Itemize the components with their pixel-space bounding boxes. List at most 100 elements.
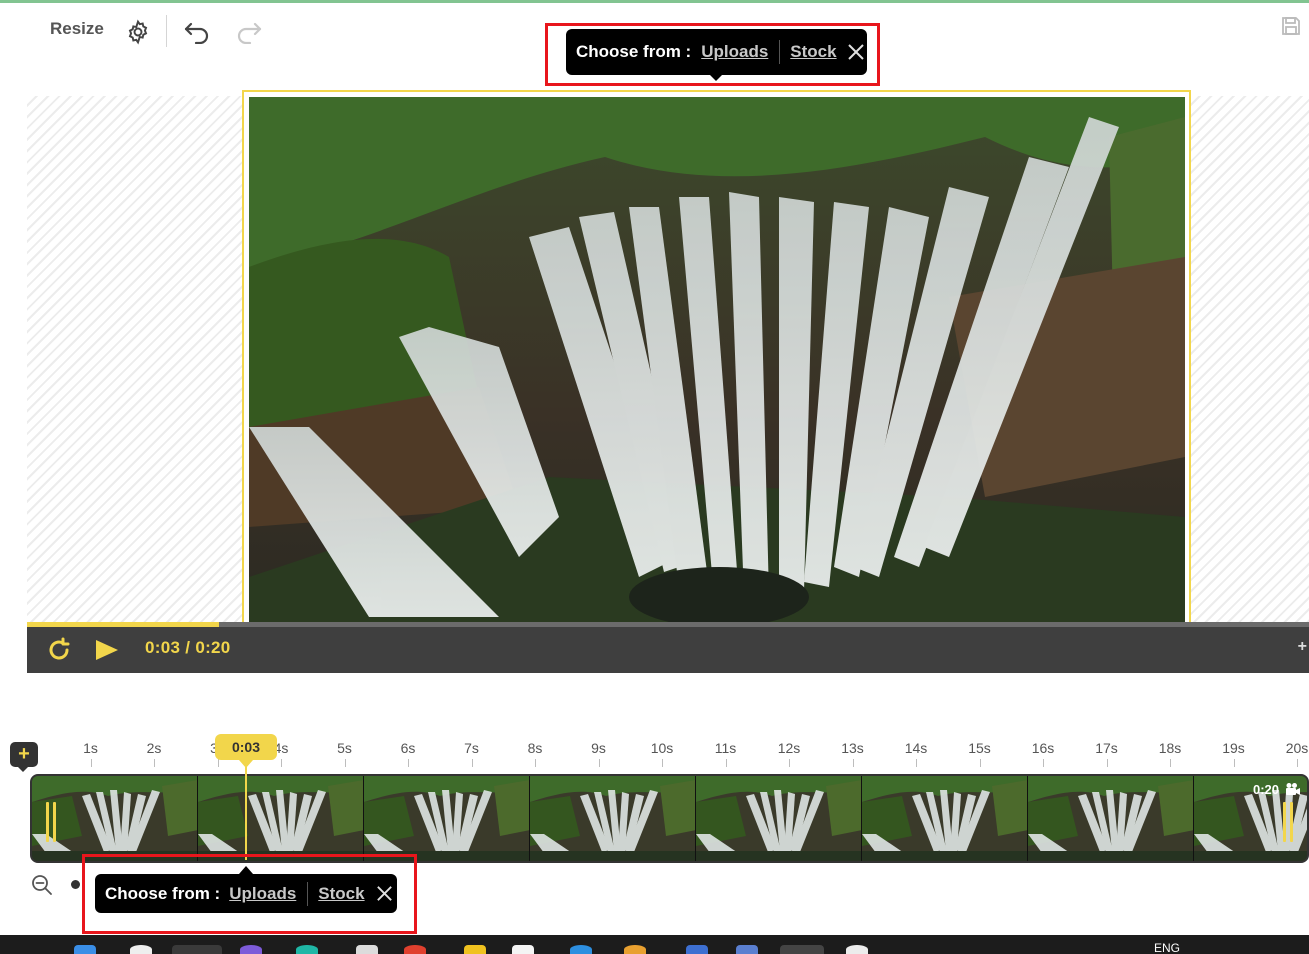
clip-thumbnail bbox=[364, 776, 530, 861]
timeline-ruler[interactable]: 1s2s3s4s5s6s7s8s9s10s11s12s13s14s15s16s1… bbox=[0, 735, 1309, 771]
playhead-line[interactable] bbox=[245, 760, 247, 860]
clip-thumbnail bbox=[32, 776, 198, 861]
clip-thumbnail bbox=[1028, 776, 1194, 861]
tick-label: 8s bbox=[527, 740, 543, 756]
total-time: 0:20 bbox=[195, 638, 231, 657]
replay-icon[interactable] bbox=[45, 636, 73, 669]
tick-label: 9s bbox=[591, 740, 606, 756]
expand-plus-icon[interactable]: + bbox=[1298, 638, 1307, 656]
top-accent-line bbox=[0, 0, 1309, 3]
choose-from-popup-top: Choose from : Uploads Stock bbox=[566, 29, 867, 75]
tick-label: 7s bbox=[464, 740, 479, 756]
tick-label: 2s bbox=[146, 740, 162, 756]
zoom-out-icon[interactable] bbox=[31, 874, 53, 901]
player-bar: 0:03 / 0:20 + bbox=[27, 622, 1309, 673]
tick-label: 1s bbox=[83, 740, 98, 756]
tick-mark bbox=[1043, 759, 1044, 767]
tick-mark bbox=[789, 759, 790, 767]
redo-icon[interactable] bbox=[234, 18, 264, 46]
tick-mark bbox=[217, 759, 219, 767]
settings-gear-icon[interactable] bbox=[124, 18, 152, 46]
zoom-slider-knob[interactable] bbox=[71, 880, 80, 889]
tick-mark bbox=[1233, 759, 1235, 767]
tick-mark bbox=[1106, 759, 1108, 767]
canvas-padding-left bbox=[27, 96, 243, 624]
video-camera-icon bbox=[1285, 782, 1301, 801]
tick-label: 18s bbox=[1158, 740, 1182, 756]
clip-thumbnail bbox=[198, 776, 364, 861]
choose-from-label: Choose from : bbox=[576, 42, 692, 61]
playhead-time-badge[interactable]: 0:03 bbox=[215, 734, 277, 760]
video-clip-track[interactable]: 0:20 bbox=[30, 774, 1309, 863]
clip-end-handle[interactable] bbox=[1283, 802, 1293, 842]
search-icon[interactable] bbox=[130, 945, 152, 954]
app-icon-active[interactable] bbox=[780, 945, 824, 954]
clip-start-handle[interactable] bbox=[46, 802, 56, 842]
choose-from-label: Choose from : bbox=[105, 883, 221, 903]
progress-fill bbox=[27, 622, 220, 627]
app-icon-navy[interactable] bbox=[686, 945, 708, 954]
clip-thumbnail bbox=[696, 776, 862, 861]
progress-track[interactable] bbox=[27, 622, 1309, 627]
tick-label: 12s bbox=[777, 740, 801, 756]
app-icon-white[interactable] bbox=[512, 945, 534, 954]
tick-mark bbox=[535, 759, 536, 767]
app-icon-teal[interactable] bbox=[296, 945, 318, 954]
tick-mark bbox=[281, 759, 282, 767]
tick-mark bbox=[408, 759, 409, 767]
app-icon-red[interactable] bbox=[404, 945, 426, 954]
app-icon-steel[interactable] bbox=[736, 945, 758, 954]
clip-duration: 0:20 bbox=[1252, 782, 1279, 797]
tick-label: 20s bbox=[1285, 740, 1309, 756]
tick-label: 16s bbox=[1031, 740, 1055, 756]
time-separator: / bbox=[185, 638, 191, 657]
clip-thumbnails bbox=[32, 776, 1307, 861]
stock-link[interactable]: Stock bbox=[790, 42, 836, 62]
tick-mark bbox=[471, 759, 473, 767]
tick-label: 6s bbox=[400, 740, 416, 756]
tick-mark bbox=[852, 759, 854, 767]
play-icon[interactable] bbox=[95, 639, 119, 666]
toolbar-divider bbox=[166, 15, 167, 47]
resize-button[interactable]: Resize bbox=[50, 19, 104, 39]
tick-label: 14s bbox=[904, 740, 928, 756]
tick-mark bbox=[154, 759, 155, 767]
time-display: 0:03 / 0:20 bbox=[145, 638, 231, 658]
task-view-icon[interactable] bbox=[172, 945, 222, 954]
app-icon-purple[interactable] bbox=[240, 945, 262, 954]
tick-mark bbox=[344, 759, 346, 767]
language-indicator[interactable]: ENG bbox=[1154, 941, 1180, 954]
video-preview[interactable] bbox=[249, 97, 1185, 623]
tick-label: 15s bbox=[968, 740, 991, 756]
tick-mark bbox=[598, 759, 600, 767]
tick-label: 19s bbox=[1222, 740, 1245, 756]
tick-label: 11s bbox=[714, 740, 737, 756]
tick-mark bbox=[662, 759, 663, 767]
close-icon[interactable] bbox=[375, 884, 394, 903]
os-taskbar: ENG bbox=[0, 935, 1309, 954]
clip-thumbnail bbox=[530, 776, 696, 861]
tick-mark bbox=[916, 759, 917, 767]
save-icon[interactable] bbox=[1278, 13, 1304, 39]
tick-label: 17s bbox=[1095, 740, 1118, 756]
app-icon-light[interactable] bbox=[846, 945, 868, 954]
tick-mark bbox=[1170, 759, 1171, 767]
tick-mark bbox=[90, 759, 92, 767]
app-icon-blue[interactable] bbox=[570, 945, 592, 954]
current-time: 0:03 bbox=[145, 638, 181, 657]
stock-link[interactable]: Stock bbox=[318, 884, 364, 904]
tick-mark bbox=[725, 759, 727, 767]
app-icon-yellow[interactable] bbox=[464, 945, 486, 954]
start-icon[interactable] bbox=[74, 945, 96, 954]
uploads-link[interactable]: Uploads bbox=[701, 42, 768, 62]
clip-thumbnail bbox=[862, 776, 1028, 861]
close-icon[interactable] bbox=[846, 42, 866, 62]
undo-icon[interactable] bbox=[182, 18, 212, 46]
popup-pointer-bottom bbox=[239, 866, 253, 874]
popup-divider bbox=[779, 40, 781, 64]
tick-mark bbox=[1297, 759, 1298, 767]
tick-label: 10s bbox=[650, 740, 674, 756]
browser-icon[interactable] bbox=[624, 945, 646, 954]
app-icon-grey[interactable] bbox=[356, 945, 378, 954]
uploads-link[interactable]: Uploads bbox=[229, 884, 296, 904]
